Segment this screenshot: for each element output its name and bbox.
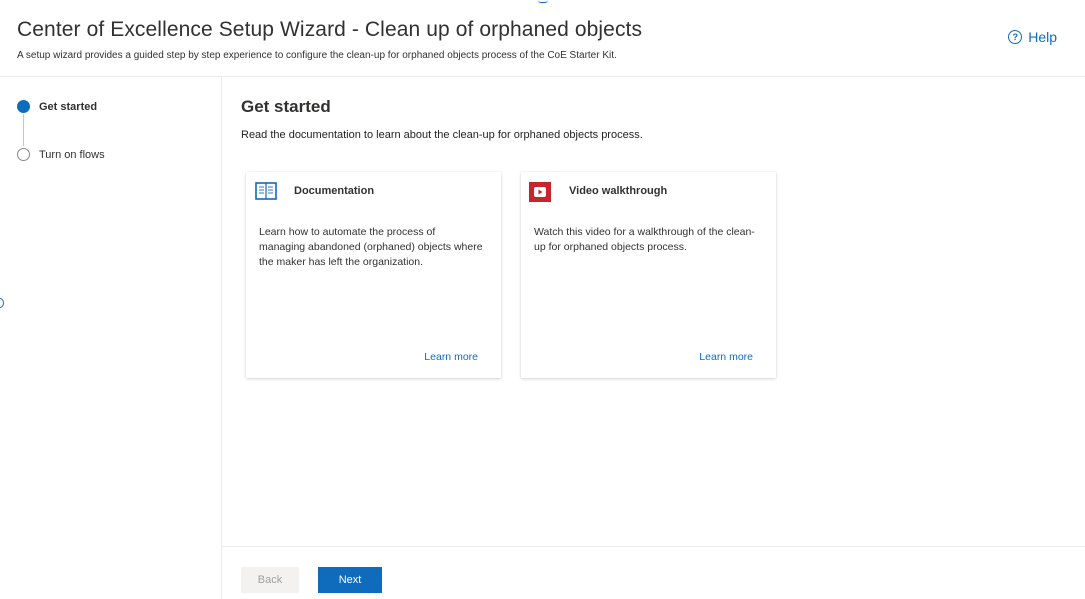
step-get-started[interactable]: Get started — [17, 100, 97, 113]
back-button[interactable]: Back — [241, 567, 299, 593]
help-label: Help — [1028, 29, 1057, 45]
section-title: Get started — [241, 97, 331, 116]
setup-wizard: Center of Excellence Setup Wizard - Clea… — [0, 0, 1085, 599]
book-icon — [255, 181, 277, 201]
step-active-indicator — [17, 100, 30, 113]
page-subtitle: A setup wizard provides a guided step by… — [17, 50, 617, 61]
section-description: Read the documentation to learn about th… — [241, 129, 643, 141]
next-button[interactable]: Next — [318, 567, 382, 593]
card-title: Video walkthrough — [569, 185, 668, 197]
question-circle-icon: ? — [1008, 30, 1023, 44]
video-walkthrough-card: Video walkthrough Watch this video for a… — [521, 172, 776, 378]
step-connector — [23, 114, 24, 146]
help-link[interactable]: ? Help — [1008, 29, 1057, 45]
step-label: Get started — [39, 100, 98, 113]
wizard-footer: Back Next — [222, 546, 1085, 599]
header: Center of Excellence Setup Wizard - Clea… — [0, 0, 1085, 77]
step-label: Turn on flows — [39, 148, 105, 161]
youtube-icon — [529, 182, 551, 202]
card-description: Watch this video for a walkthrough of th… — [534, 226, 755, 253]
card-description: Learn how to automate the process of man… — [259, 226, 483, 268]
documentation-card: Documentation Learn how to automate the … — [246, 172, 501, 378]
learn-more-link[interactable]: Learn more — [424, 351, 478, 363]
page-title: Center of Excellence Setup Wizard - Clea… — [17, 18, 643, 41]
card-title: Documentation — [294, 185, 375, 197]
step-indicator — [17, 148, 30, 161]
step-turn-on-flows[interactable]: Turn on flows — [17, 148, 105, 161]
learn-more-link[interactable]: Learn more — [699, 351, 753, 363]
